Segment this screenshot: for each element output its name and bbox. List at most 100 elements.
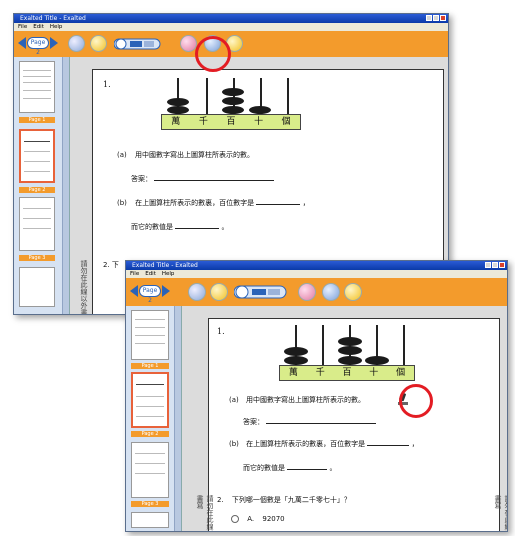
question-number: 1. (217, 327, 225, 336)
maximize-button[interactable] (433, 15, 439, 21)
back-window-controls (426, 15, 446, 21)
option-value: 90207 (263, 531, 285, 532)
help-icon[interactable] (344, 283, 362, 301)
part-label: (a) (229, 396, 239, 404)
front-title-bar: Exalted Title - Exalted (126, 261, 507, 270)
thumbnail-label: Page 3 (19, 255, 55, 261)
question-2-number: 2. (217, 496, 224, 504)
undo-icon[interactable] (298, 283, 316, 301)
thumbnail-page-3[interactable] (19, 197, 55, 251)
menu-file[interactable]: File (130, 270, 139, 278)
hundreds-digit-blank[interactable] (256, 204, 301, 205)
front-page: 1. 萬 千 百 十 個 (a) 用中國數字寫出上圖算柱所表示的數。 答案： (… (196, 318, 507, 532)
thumbnail-page-2[interactable] (131, 372, 169, 428)
blank-button-icon[interactable] (68, 35, 85, 52)
answer-label: 答案： (243, 418, 264, 426)
question-number: 1. (103, 80, 111, 89)
question-a-text: 用中國數字寫出上圖算柱所表示的數。 (135, 151, 254, 159)
star-button-icon[interactable] (210, 283, 228, 301)
option-a[interactable]: A. 92070 (231, 515, 285, 523)
sidebar-scrollbar[interactable] (62, 57, 69, 314)
value-text: 而它的數值是 (243, 464, 285, 472)
menu-help[interactable]: Help (50, 23, 63, 31)
front-document-area: 1. 萬 千 百 十 個 (a) 用中國數字寫出上圖算柱所表示的數。 答案： (… (182, 306, 507, 531)
thumbnail-page-4[interactable] (131, 512, 169, 528)
punctuation: ， (411, 440, 419, 448)
maximize-button[interactable] (492, 262, 498, 268)
sidebar-scrollbar[interactable] (174, 306, 181, 531)
back-window-title: Exalted Title - Exalted (20, 15, 86, 22)
thumbnail-label: Page 2 (19, 187, 55, 193)
forward-arrow-icon[interactable] (49, 37, 58, 49)
punctuation: 。 (221, 223, 229, 231)
front-window-title: Exalted Title - Exalted (132, 262, 198, 269)
front-window-controls (485, 262, 505, 268)
menu-edit[interactable]: Edit (145, 270, 156, 278)
front-menu-bar: File Edit Help (126, 270, 507, 278)
answer-line: 答案： (243, 417, 377, 427)
menu-edit[interactable]: Edit (33, 23, 44, 31)
question-a-text: 用中國數字寫出上圖算柱所表示的數。 (246, 396, 365, 404)
place-label: 十 (254, 117, 264, 127)
close-button[interactable] (499, 262, 505, 268)
blank-button-icon[interactable] (188, 283, 206, 301)
question-2-text: 下列哪一個數是「九萬二千零七十」？ (231, 496, 351, 504)
minimize-button[interactable] (426, 15, 432, 21)
hundreds-digit-blank[interactable] (367, 445, 410, 446)
question-b-text: 在上圖算柱所表示的數裏，百位數字是 (135, 199, 255, 207)
back-menu-bar: File Edit Help (14, 23, 448, 31)
thumbnail-page-2[interactable] (19, 129, 55, 183)
margin-note-right: 請勿在此線以外書寫 (494, 495, 508, 531)
menu-help[interactable]: Help (162, 270, 175, 278)
value-text: 而它的數值是 (131, 223, 173, 231)
value-blank[interactable] (287, 469, 328, 470)
punctuation: 。 (329, 464, 337, 472)
page-selector[interactable]: Page 2 (139, 285, 161, 304)
highlight-ring-toolbar (195, 36, 231, 72)
thumbnail-label: Page 1 (131, 363, 169, 369)
thumbnail-page-4[interactable] (19, 267, 55, 307)
option-a-radio[interactable] (231, 515, 239, 523)
margin-note-left: 請勿在此線以外書寫 (196, 495, 214, 532)
part-label: (b) (117, 199, 127, 207)
toggle-slider-icon[interactable] (234, 284, 288, 300)
thumbnail-page-3[interactable] (131, 442, 169, 498)
question-a: (a) 用中國數字寫出上圖算柱所表示的數。 (229, 395, 365, 405)
thumbnail-page-1[interactable] (19, 61, 55, 113)
forward-arrow-icon[interactable] (161, 285, 170, 297)
place-label: 個 (281, 117, 291, 127)
question-2: 2. 下列哪一個數是「九萬二千零七十」？ (217, 495, 351, 505)
abacus-place-labels: 萬 千 百 十 個 (279, 365, 415, 381)
place-label: 萬 (171, 117, 181, 127)
abacus-place-labels: 萬 千 百 十 個 (161, 114, 301, 130)
question-b-value: 而它的數值是 。 (131, 222, 228, 232)
page-selector[interactable]: Page 2 (27, 37, 49, 56)
highlight-ring-pen (399, 384, 433, 418)
answer-blank[interactable] (154, 180, 275, 181)
place-label: 個 (396, 368, 406, 378)
place-label: 百 (226, 117, 236, 127)
option-b[interactable]: B. 90207 (231, 531, 285, 532)
value-blank[interactable] (175, 228, 220, 229)
brush-pen-icon[interactable] (322, 283, 340, 301)
part-label: (b) (229, 440, 239, 448)
question-b-text: 在上圖算柱所表示的數裏，百位數字是 (246, 440, 366, 448)
option-b-radio[interactable] (231, 531, 239, 532)
answer-blank[interactable] (266, 423, 377, 424)
minimize-button[interactable] (485, 262, 491, 268)
back-arrow-icon[interactable] (130, 285, 139, 297)
place-label: 十 (369, 368, 379, 378)
option-value: 92070 (262, 515, 285, 523)
back-arrow-icon[interactable] (18, 37, 27, 49)
thumbnail-label: Page 1 (19, 117, 55, 123)
question-b-value: 而它的數值是 。 (243, 463, 336, 473)
toggle-slider-icon[interactable] (114, 37, 162, 51)
answer-label: 答案： (131, 175, 152, 183)
close-button[interactable] (440, 15, 446, 21)
question-b: (b) 在上圖算柱所表示的數裏，百位數字是 ， (117, 198, 310, 208)
menu-file[interactable]: File (18, 23, 27, 31)
thumbnail-page-1[interactable] (131, 310, 169, 360)
abacus-diagram: 萬 千 百 十 個 (161, 78, 301, 130)
star-button-icon[interactable] (90, 35, 107, 52)
back-title-bar: Exalted Title - Exalted (14, 14, 448, 23)
